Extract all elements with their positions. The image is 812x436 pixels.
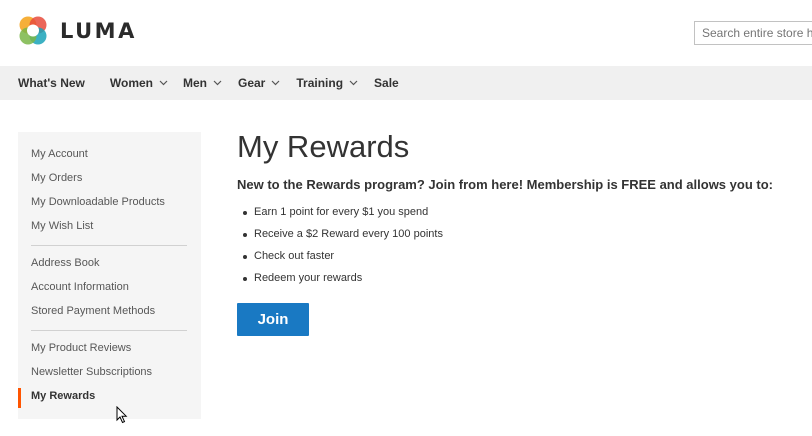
benefit-text: Receive a $2 Reward every 100 points — [254, 228, 443, 240]
nav-item-gear[interactable]: Gear — [238, 76, 280, 90]
nav-item-label: Men — [183, 76, 207, 90]
bullet-icon — [243, 277, 247, 281]
mouse-cursor-icon — [116, 406, 128, 424]
nav-item-label: Sale — [374, 76, 399, 90]
sidebar-item-wish-list[interactable]: My Wish List — [31, 220, 93, 232]
bullet-icon — [243, 233, 247, 237]
luma-logo-icon — [19, 16, 47, 45]
benefit-list-item: Earn 1 point for every $1 you spend — [243, 206, 429, 218]
search-input[interactable] — [694, 21, 812, 45]
sidebar-item-newsletter-subscriptions[interactable]: Newsletter Subscriptions — [31, 366, 152, 378]
bullet-icon — [243, 211, 247, 215]
nav-item-sale[interactable]: Sale — [374, 76, 399, 90]
site-header: LUMA — [0, 0, 812, 66]
chevron-down-icon — [271, 80, 280, 86]
benefit-text: Redeem your rewards — [254, 272, 363, 284]
nav-item-whats-new[interactable]: What's New — [18, 76, 85, 90]
sidebar-item-my-rewards[interactable]: My Rewards — [31, 390, 95, 402]
benefit-list-item: Check out faster — [243, 250, 335, 262]
rewards-intro-text: New to the Rewards program? Join from he… — [237, 177, 773, 192]
nav-item-training[interactable]: Training — [296, 76, 358, 90]
benefit-list-item: Redeem your rewards — [243, 272, 363, 284]
sidebar-item-my-orders[interactable]: My Orders — [31, 172, 82, 184]
nav-item-label: Training — [296, 76, 344, 90]
chevron-down-icon — [159, 80, 168, 86]
logo-text: LUMA — [60, 19, 137, 43]
main-navigation: What's New Women Men Gear Training Sale — [0, 66, 812, 100]
nav-item-label: What's New — [18, 76, 85, 90]
join-button[interactable]: Join — [237, 303, 309, 336]
nav-item-men[interactable]: Men — [183, 76, 222, 90]
sidebar-item-product-reviews[interactable]: My Product Reviews — [31, 342, 131, 354]
sidebar-item-address-book[interactable]: Address Book — [31, 257, 99, 269]
page-title: My Rewards — [237, 129, 410, 164]
benefit-text: Check out faster — [254, 250, 335, 262]
benefit-text: Earn 1 point for every $1 you spend — [254, 206, 429, 218]
chevron-down-icon — [213, 80, 222, 86]
sidebar-item-my-account[interactable]: My Account — [31, 148, 88, 160]
nav-item-women[interactable]: Women — [110, 76, 168, 90]
nav-item-label: Gear — [238, 76, 266, 90]
logo[interactable]: LUMA — [16, 14, 137, 48]
nav-item-label: Women — [109, 76, 153, 90]
sidebar-item-downloadable-products[interactable]: My Downloadable Products — [31, 196, 165, 208]
active-item-marker — [18, 388, 21, 408]
sidebar-item-stored-payment-methods[interactable]: Stored Payment Methods — [31, 305, 155, 317]
benefit-list-item: Receive a $2 Reward every 100 points — [243, 228, 443, 240]
sidebar-item-account-information[interactable]: Account Information — [31, 281, 129, 293]
bullet-icon — [243, 255, 247, 259]
account-sidebar: My Account My Orders My Downloadable Pro… — [18, 132, 201, 419]
sidebar-divider — [31, 245, 187, 246]
sidebar-divider — [31, 330, 187, 331]
chevron-down-icon — [349, 80, 358, 86]
